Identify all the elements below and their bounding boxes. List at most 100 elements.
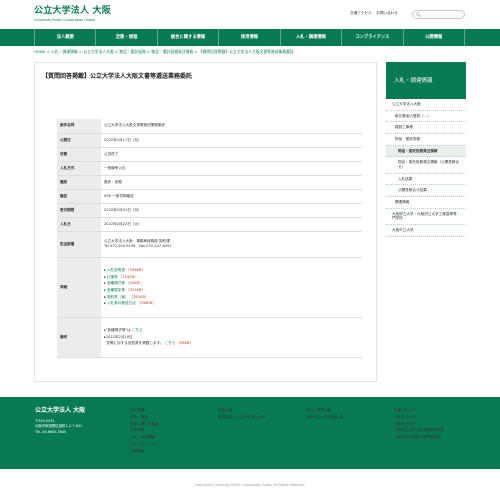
side-item-current[interactable]: 物品・委託役務発注情報: [386, 145, 466, 158]
global-nav: 法人概要 定款・規程 統合に関する情報 採用情報 入札・調達情報 コンプライアン…: [0, 29, 500, 46]
gnav-item-bidding[interactable]: 入札・調達情報: [279, 29, 341, 46]
footer-link[interactable]: 教育公募: [218, 408, 232, 412]
util-link-contact[interactable]: お問い合わせ: [376, 11, 398, 16]
footer-link[interactable]: 定款・規程: [130, 415, 148, 419]
util-link-access[interactable]: 交通アクセス: [350, 11, 371, 16]
footer-link[interactable]: 大阪市立大学: [394, 422, 416, 426]
row-label: 受付期限: [57, 203, 101, 218]
footer-link[interactable]: 大阪市立大学医学部附属病院: [394, 435, 441, 439]
gnav-item-disclosure[interactable]: 公開情報: [402, 29, 465, 46]
side-item[interactable]: 建設工事等: [386, 122, 466, 135]
row-label: 担当部署: [57, 231, 101, 258]
row-label: 詳細: [57, 257, 101, 318]
row-value: 2022年1月31日（月）: [101, 203, 362, 218]
table-row: 入札日 2022年2月22日（火）: [57, 217, 362, 232]
row-label: 種別: [57, 175, 101, 190]
footer-col-1: 法人概要 定款・規程 統合に関する情報 採用情報 入札・調達情報 コンプライアン…: [130, 407, 159, 455]
row-value: 一般競争入札: [101, 161, 362, 176]
footer-link[interactable]: 法人概要: [130, 408, 144, 412]
footer-col-4: 交通アクセス 大阪府立大学 大阪市立大学 大阪府立大学工業高等専門学校 大阪市立…: [394, 407, 444, 441]
row-value: 2022年2月22日（火）: [101, 217, 362, 232]
footer-link[interactable]: 大阪府立大学: [394, 415, 416, 419]
footer-col-3: 府大・高専公募 大阪市立大学 事業公募: [306, 407, 343, 421]
footer-link[interactable]: 交通アクセス: [394, 408, 415, 412]
table-row: 入札方式 一般競争入札: [57, 161, 362, 176]
pdf-size: ［336KB］: [136, 301, 156, 306]
gnav-item-overview[interactable]: 法人概要: [34, 29, 95, 46]
logo-main: 公立大学法人 大阪: [34, 6, 111, 16]
doc-link-explanation[interactable]: 入札説明書: [107, 268, 125, 272]
gnav-item-compliance[interactable]: コンプライアンス: [341, 29, 402, 46]
side-item[interactable]: 物品・委託役務発注情報（公開見積合せ）: [386, 157, 466, 174]
pdf-size: ［224KB］: [118, 274, 138, 279]
side-item[interactable]: 物品・委託役務: [386, 134, 466, 146]
footer-link[interactable]: 大阪府立大学工業高等専門学校: [394, 428, 444, 432]
search-input[interactable]: 🔍︎: [412, 10, 465, 19]
side-item[interactable]: 大阪市立大学: [386, 225, 466, 237]
main-content: 【質問回答掲載】公立大学法人大阪文書等逓送業務委託 案件名称 公立大学法人大阪文…: [34, 62, 377, 382]
side-item[interactable]: 公開見積合せ結果: [386, 185, 466, 198]
search-icon[interactable]: 🔍︎: [416, 12, 421, 17]
footer-link[interactable]: 職員採用（公立大学法人大阪）: [218, 415, 268, 419]
table-row: 担当部署 公立大学法人大阪 事務局総務部 契約課 Tel 072-254-913…: [57, 231, 362, 258]
row-value: 096 一般貨物輸送: [101, 189, 362, 204]
table-row: 種目 096 一般貨物輸送: [57, 189, 362, 204]
footer-link[interactable]: 大阪市立大学 事業公募: [306, 415, 343, 419]
side-item[interactable]: 関連情報: [386, 197, 466, 209]
doc-item: ▸ 仕様書 ［224KB］: [104, 274, 138, 279]
pdf-size: ［96KB］: [176, 341, 194, 346]
doc-item: ▸ 各種規定等 ［351KB］: [104, 288, 145, 292]
dept-cell: 公立大学法人大阪 事務局総務部 契約課 Tel 072-254-9136 Fax…: [101, 231, 362, 258]
footer-link[interactable]: 採用情報: [130, 428, 144, 432]
doc-link-mailing[interactable]: 入札書の郵送方法: [107, 301, 136, 305]
remarks-cell: ▸"各種様式等"は こちら ▸2022年2月10日 質問に対する回答書を掲載しま…: [101, 317, 362, 358]
side-item[interactable]: 入札結果: [386, 174, 466, 186]
logo-sub: University Public Corporation Osaka: [34, 17, 95, 22]
footer-link[interactable]: コンプライアンス: [130, 442, 158, 446]
table-row: 備考 ▸"各種様式等"は こちら ▸2022年2月10日 質問に対する回答書を掲…: [57, 317, 362, 358]
doc-link-rules[interactable]: 各種規定等: [107, 288, 125, 292]
header: 公立大学法人 大阪 University Public Corporation …: [0, 0, 500, 29]
row-label: 公開日: [57, 133, 101, 148]
doc-link-forms[interactable]: 各種様式等: [107, 281, 125, 285]
table-row: 公開日 2022年1月17日（月）: [57, 133, 362, 148]
remarks-date: ▸2022年2月10日: [104, 334, 133, 339]
remarks-link-forms[interactable]: こちら: [132, 328, 143, 332]
side-item[interactable]: 大阪府立大学・大阪府立大学工業高等専門学校: [386, 209, 466, 226]
info-table: 案件名称 公立大学法人大阪文書等逓送業務委託 公開日 2022年1月17日（月）…: [57, 119, 362, 358]
gnav-item-rules[interactable]: 定款・規程: [95, 29, 156, 46]
doc-link-contract[interactable]: 契約書（案）: [107, 295, 129, 299]
footer-link[interactable]: 公開情報: [130, 449, 144, 453]
dept-contact: Tel 072-254-9136 Fax 072-247-6951: [104, 244, 172, 248]
breadcrumb[interactable]: HOME > 入札・調達情報 > 公立大学法人大阪 > 物品・委託役務 > 物品…: [34, 49, 294, 55]
row-label: 入札日: [57, 217, 101, 232]
footer-tel: TEL 06-6645-3640: [35, 429, 67, 434]
table-row: 案件名称 公立大学法人大阪文書等逓送業務委託: [57, 119, 362, 134]
row-label: 案件名称: [57, 119, 101, 134]
doc-item: ▸ 入札書の郵送方法 ［336KB］: [104, 301, 156, 306]
footer-link[interactable]: 府大・高専公募: [306, 408, 331, 412]
row-value: 公立大学法人大阪文書等逓送業務委託: [101, 119, 362, 134]
table-row: 状態 公告終了: [57, 147, 362, 162]
gnav-item-recruit[interactable]: 採用情報: [218, 29, 279, 46]
footer-link[interactable]: 統合に関する情報: [130, 422, 159, 426]
table-row: 受付期限 2022年1月31日（月）: [57, 203, 362, 218]
row-label: 状態: [57, 147, 101, 162]
copyright: Copyright© University Public Corporation…: [194, 483, 306, 487]
side-item[interactable]: 公立大学法人大阪: [386, 99, 466, 111]
footer: 公立大学法人 大阪 〒545-0051 大阪市阿倍野区旭町1-2-7-601 T…: [0, 397, 500, 469]
logo[interactable]: 公立大学法人 大阪 University Public Corporation …: [34, 6, 111, 22]
gnav-item-integration[interactable]: 統合に関する情報: [156, 29, 218, 46]
row-value: 公告終了: [101, 147, 362, 162]
remarks-link-answers[interactable]: こちら: [165, 341, 176, 345]
footer-link[interactable]: 入札・調達情報: [130, 435, 155, 439]
remarks-line: 質問に対する回答書を掲載します。 こちら ［96KB］: [106, 341, 194, 346]
table-row: 種別 委託・役務: [57, 175, 362, 190]
side-item[interactable]: 取引業者の登録（…）: [386, 111, 466, 123]
footer-org-name: 公立大学法人 大阪: [35, 407, 86, 414]
doc-item: ▸ 各種様式等 ［52KB］: [104, 281, 143, 286]
doc-link-spec[interactable]: 仕様書: [107, 275, 118, 279]
row-label: 種目: [57, 189, 101, 204]
pdf-size: ［361KB］: [129, 294, 149, 299]
table-row: 詳細 ▸ 入札説明書 ［336KB］ ▸ 仕様書 ［224KB］ ▸ 各種様式等…: [57, 257, 362, 318]
